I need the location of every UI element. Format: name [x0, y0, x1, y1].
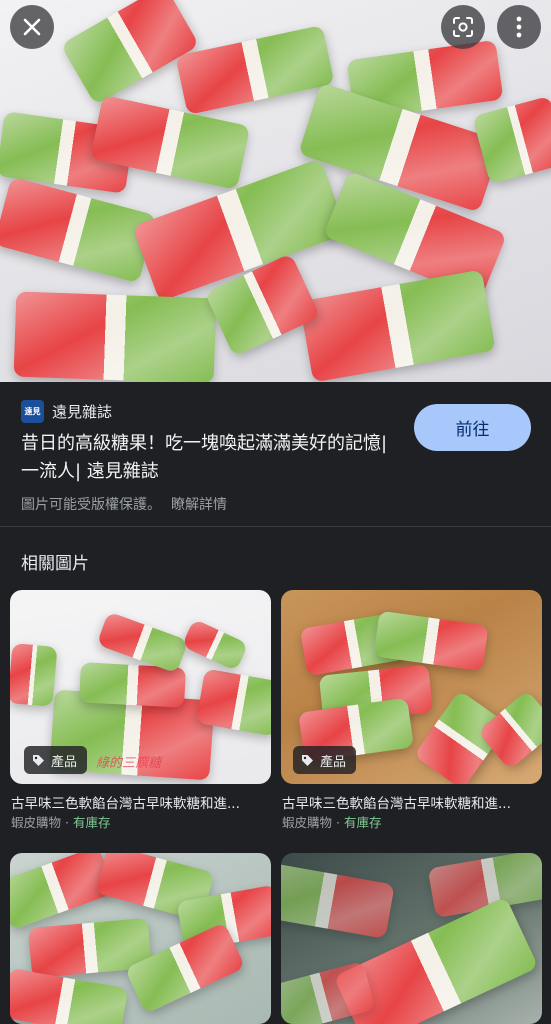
source-title-link[interactable]: 昔日的高級糖果！吃一塊喚起滿滿美好的記憶| 一流人| 遠見雜誌 — [21, 430, 391, 486]
source-logo: 遠見 — [21, 400, 44, 423]
stock-status: 有庫存 — [343, 815, 382, 830]
candy-piece — [299, 269, 496, 382]
related-card-title[interactable]: 古早味三色軟餡台灣古早味軟糖和進... — [11, 792, 269, 812]
close-icon — [23, 18, 41, 36]
hero-image[interactable] — [0, 0, 551, 382]
candy-piece — [13, 291, 217, 382]
store-name: 蝦皮購物 — [11, 815, 62, 830]
copyright-note: 圖片可能受版權保護。 瞭解詳情 — [21, 494, 227, 514]
related-image-card[interactable] — [10, 853, 271, 1024]
related-card-meta: 蝦皮購物 · 有庫存 — [11, 815, 111, 830]
related-card-meta: 蝦皮購物 · 有庫存 — [282, 815, 382, 830]
tag-icon — [302, 754, 313, 766]
product-tag-label: 產品 — [320, 754, 347, 770]
product-tag: 產品 — [293, 746, 357, 774]
candy-piece — [477, 689, 542, 771]
lens-icon — [453, 17, 473, 37]
close-button[interactable] — [10, 5, 54, 49]
copyright-text: 圖片可能受版權保護。 — [21, 497, 161, 513]
candy-piece — [10, 967, 129, 1024]
candy-piece — [181, 618, 249, 672]
candy-piece — [10, 643, 58, 707]
candy-piece — [281, 862, 395, 939]
visit-button[interactable]: 前往 — [414, 404, 531, 451]
related-card-title[interactable]: 古早味三色軟餡台灣古早味軟糖和進... — [282, 792, 540, 812]
more-options-button[interactable] — [497, 5, 541, 49]
candy-piece — [373, 610, 489, 672]
store-name: 蝦皮購物 — [282, 815, 333, 830]
candy-piece — [60, 0, 200, 106]
learn-more-link[interactable]: 瞭解詳情 — [171, 497, 227, 513]
image-watermark: 綠的三饌糖 — [96, 756, 162, 771]
related-image-card[interactable]: 產品 綠的三饌糖 — [10, 590, 271, 784]
related-image-card[interactable]: 產品 — [281, 590, 542, 784]
more-vert-icon — [516, 16, 522, 38]
related-images-heading: 相關圖片 — [21, 554, 89, 574]
related-image-card[interactable] — [281, 853, 542, 1024]
lens-button[interactable] — [441, 5, 485, 49]
stock-status: 有庫存 — [72, 815, 111, 830]
source-site-name[interactable]: 遠見雜誌 — [52, 401, 112, 422]
candy-piece — [175, 25, 335, 115]
